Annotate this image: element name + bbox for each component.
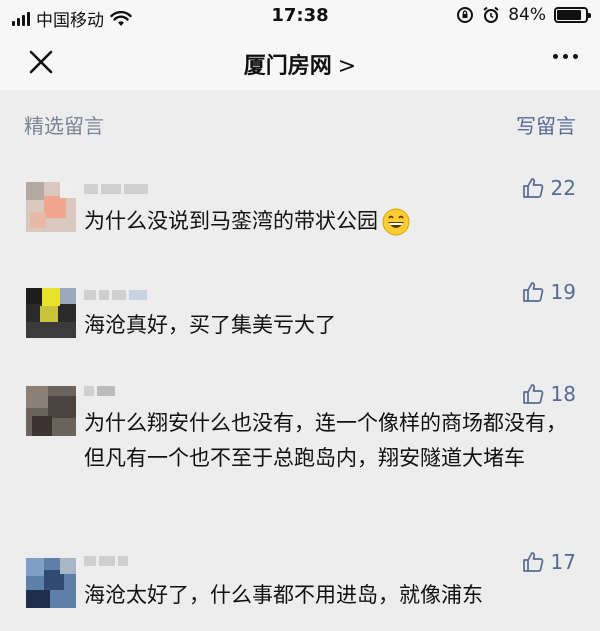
comment-text: 为什么翔安什么也没有，连一个像样的商场都没有，但凡有一个也不至于总跑岛内，翔安隧… [84,411,567,470]
avatar[interactable] [26,288,76,338]
comment-item: 海沧真好，买了集美亏大了 19 [0,272,600,352]
avatar[interactable] [26,386,76,436]
write-comment-button[interactable]: 写留言 [516,110,576,139]
comments-header: 精选留言 写留言 [0,90,600,152]
thumbs-up-icon [522,178,543,198]
comment-text: 为什么没说到马銮湾的带状公园 [84,204,584,239]
more-options-icon[interactable] [553,54,578,59]
account-title[interactable]: 厦门房网 > [0,48,600,80]
comment-item: 为什么没说到马銮湾的带状公园 22 [0,172,600,252]
like-count: 17 [550,550,576,574]
nickname-blurred [84,290,147,304]
account-name: 厦门房网 [243,54,332,79]
nickname-blurred [84,556,128,570]
like-button[interactable]: 17 [521,550,576,574]
status-bar: 中国移动 17:38 84% [0,0,600,34]
thumbs-up-icon [522,384,543,404]
alarm-icon [483,6,499,23]
battery-level [557,10,581,20]
like-count: 22 [550,176,576,200]
comment-item: 海沧太好了，什么事都不用进岛，就像浦东 17 [0,544,600,631]
comment-item: 为什么翔安什么也没有，连一个像样的商场都没有，但凡有一个也不至于总跑岛内，翔安隧… [0,376,600,516]
avatar[interactable] [26,182,76,232]
like-count: 18 [550,382,576,406]
battery-icon [554,7,591,23]
comment-text-content: 为什么没说到马銮湾的带状公园 [84,209,378,233]
nav-bar: 厦门房网 > [0,34,600,90]
battery-percent: 84% [508,5,546,25]
comment-text: 海沧太好了，什么事都不用进岛，就像浦东 [84,583,483,607]
like-button[interactable]: 19 [521,280,576,304]
like-count: 19 [550,280,576,304]
grinning-face-emoji [382,208,410,236]
thumbs-up-icon [522,552,543,572]
like-button[interactable]: 18 [521,382,576,406]
comment-text: 海沧真好，买了集美亏大了 [84,313,336,337]
thumbs-up-icon [522,282,543,302]
orientation-lock-icon [457,7,474,23]
nickname-blurred [84,184,148,198]
like-button[interactable]: 22 [521,176,576,200]
featured-comments-title: 精选留言 [24,114,104,138]
status-right: 84% [456,5,591,25]
chevron-right-icon: > [337,54,357,79]
avatar[interactable] [26,558,76,608]
nickname-blurred [84,386,115,400]
